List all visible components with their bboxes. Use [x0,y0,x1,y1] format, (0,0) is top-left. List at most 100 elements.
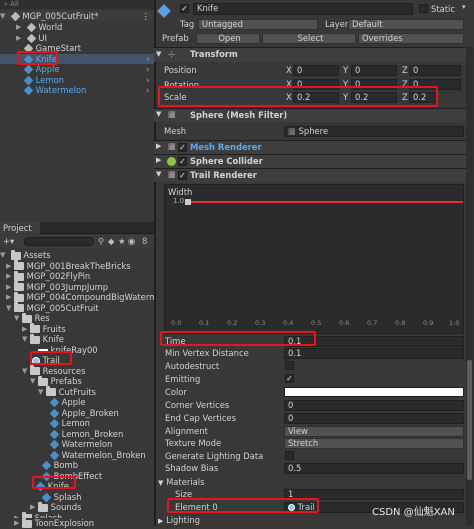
chevron-right-icon[interactable]: › [146,64,149,74]
project-prefab[interactable]: Lemon [49,418,90,429]
alignment-dropdown[interactable]: View [284,426,464,437]
project-folder[interactable]: ▶ MGP_003JumpJump [6,281,108,292]
select-button[interactable]: Select [262,33,356,44]
color-gradient-field[interactable] [284,387,464,397]
sphere-collider-checkbox[interactable]: ✓ [178,157,187,166]
expand-arrow-icon[interactable]: ▶ [6,292,14,302]
expand-arrow-icon[interactable]: ▶ [30,502,38,512]
hierarchy-item-apple[interactable]: Apple › [23,64,149,75]
project-folder[interactable]: ▼ Res [14,312,50,323]
generate-lighting-checkbox[interactable] [285,451,294,460]
chevron-right-icon[interactable]: ▶ [156,142,161,150]
mesh-field[interactable]: ▦ Sphere [284,126,464,137]
tag-dropdown[interactable]: Untagged [198,19,318,30]
mesh-renderer-header[interactable]: ▶ ▦ ✓ Mesh Renderer [154,140,466,154]
expand-arrow-icon[interactable]: ▶ [16,33,24,43]
project-folder[interactable]: ▼ Resources [22,365,85,376]
expand-arrow-icon[interactable]: ▶ [6,271,14,281]
project-prefab[interactable]: Apple_Broken [49,408,119,418]
expand-arrow-icon[interactable]: ▼ [6,303,14,313]
width-curve-editor[interactable]: Width 1.0 0.0 0.1 0.2 0.3 0.4 0.5 0.6 0.… [164,184,464,334]
project-folder[interactable]: ▶ Sounds [30,501,81,512]
texture-mode-dropdown[interactable]: Stretch [284,438,464,449]
sphere-collider-header[interactable]: ▶ ✓ Sphere Collider [154,154,466,168]
expand-arrow-icon[interactable]: ▼ [30,376,38,386]
expand-arrow-icon[interactable]: ▼ [0,11,8,21]
hierarchy-item-watermelon[interactable]: Watermelon › [23,85,149,96]
project-search-input[interactable] [24,237,94,246]
chevron-right-icon[interactable]: › [146,85,149,95]
label-icon[interactable]: ◆ [108,236,114,246]
expand-arrow-icon[interactable]: ▶ [6,261,14,271]
chevron-down-icon[interactable]: ▼ [156,110,161,118]
mesh-filter-header[interactable]: ▼ ▦ Sphere (Mesh Filter) [154,108,466,122]
project-folder[interactable]: ▶ ToonExplosion [14,517,95,529]
trail-renderer-checkbox[interactable]: ✓ [178,171,187,180]
chevron-right-icon[interactable]: ▶ [158,517,163,525]
autodestruct-checkbox[interactable] [285,361,294,370]
lighting-foldout[interactable]: ▶ Lighting [158,514,200,527]
expand-arrow-icon[interactable]: ▶ [16,22,24,32]
hierarchy-item-lemon[interactable]: Lemon › [23,75,149,85]
project-folder[interactable]: ▼ Prefabs [30,375,82,386]
project-prefab[interactable]: Watermelon_Broken [49,450,146,460]
project-prefab[interactable]: Splash [41,492,81,502]
chevron-down-icon[interactable]: ▾ [462,3,466,11]
eye-icon[interactable]: ◉ [128,236,135,246]
hierarchy-item-ui[interactable]: ▶ UI [16,33,47,43]
project-prefab[interactable]: Bomb [41,460,78,471]
project-folder[interactable]: ▶ MGP_002FlyPin [6,270,90,281]
project-prefab[interactable]: Lemon_Broken [49,429,123,439]
shadow-bias-field[interactable]: 0.5 [284,463,464,474]
width-curve-line[interactable] [187,201,463,203]
curve-key-handle[interactable] [185,199,191,205]
emitting-checkbox[interactable]: ✓ [285,374,294,383]
layer-dropdown[interactable]: Default [348,19,464,30]
assets-root[interactable]: ▼ Assets [0,249,51,260]
active-checkbox[interactable]: ✓ [180,4,189,13]
expand-arrow-icon[interactable]: ▼ [14,313,22,323]
project-prefab[interactable]: Apple [49,397,86,408]
expand-arrow-icon[interactable]: ▼ [0,250,8,260]
star-icon[interactable]: ★ [118,236,126,246]
filter-icon[interactable]: ⚲ [98,236,104,246]
project-folder[interactable]: ▼ CutFruits [38,386,96,397]
project-folder[interactable]: ▶ Fruits [22,323,66,334]
project-tab[interactable]: Project [0,222,40,234]
expand-arrow-icon[interactable]: ▶ [14,518,22,528]
chevron-right-icon[interactable]: › [147,54,150,64]
chevron-right-icon[interactable]: ▶ [156,156,161,164]
name-field[interactable]: Knife [193,3,413,15]
overrides-dropdown[interactable]: Overrides [358,33,464,44]
trail-renderer-header[interactable]: ▼ ▦ ✓ Trail Renderer [154,168,466,182]
project-folder[interactable]: ▶ MGP_001BreakTheBricks [6,260,131,271]
project-folder[interactable]: ▼ MGP_005CutFruit [6,302,99,313]
position-y-field[interactable]: 0 [351,65,397,76]
chevron-down-icon[interactable]: ▼ [156,170,161,178]
position-x-field[interactable]: 0 [293,65,339,76]
expand-arrow-icon[interactable]: ▼ [22,366,30,376]
open-button[interactable]: Open [196,33,260,44]
mesh-renderer-checkbox[interactable]: ✓ [178,143,187,152]
static-checkbox[interactable] [419,4,428,13]
menu-dots-icon[interactable]: ⋮ [142,11,150,21]
add-icon[interactable]: +▾ [3,236,14,246]
end-cap-vertices-field[interactable]: 0 [284,413,464,424]
project-folder[interactable]: ▼ Knife [22,333,64,344]
expand-arrow-icon[interactable]: ▶ [6,282,14,292]
project-folder[interactable]: ▶ MGP_004CompoundBigWatermelon [6,291,175,302]
chevron-right-icon[interactable]: › [146,75,149,85]
transform-header[interactable]: ▼ ⊹ Transform [154,47,466,62]
expand-arrow-icon[interactable]: ▼ [38,387,46,397]
scene-root[interactable]: ▼ MGP_005CutFruit* ⋮ [0,11,154,22]
project-prefab[interactable]: Watermelon [49,439,112,450]
expand-arrow-icon[interactable]: ▼ [22,334,30,344]
corner-vertices-field[interactable]: 0 [284,400,464,411]
scrollbar-thumb[interactable] [467,360,472,480]
chevron-down-icon[interactable]: ▼ [158,479,163,487]
min-vertex-distance-field[interactable]: 0.1 [284,348,464,359]
expand-arrow-icon[interactable]: ▶ [22,324,30,334]
position-z-field[interactable]: 0 [409,65,461,76]
chevron-down-icon[interactable]: ▼ [156,50,161,58]
hierarchy-item-world[interactable]: ▶ World [16,22,62,33]
